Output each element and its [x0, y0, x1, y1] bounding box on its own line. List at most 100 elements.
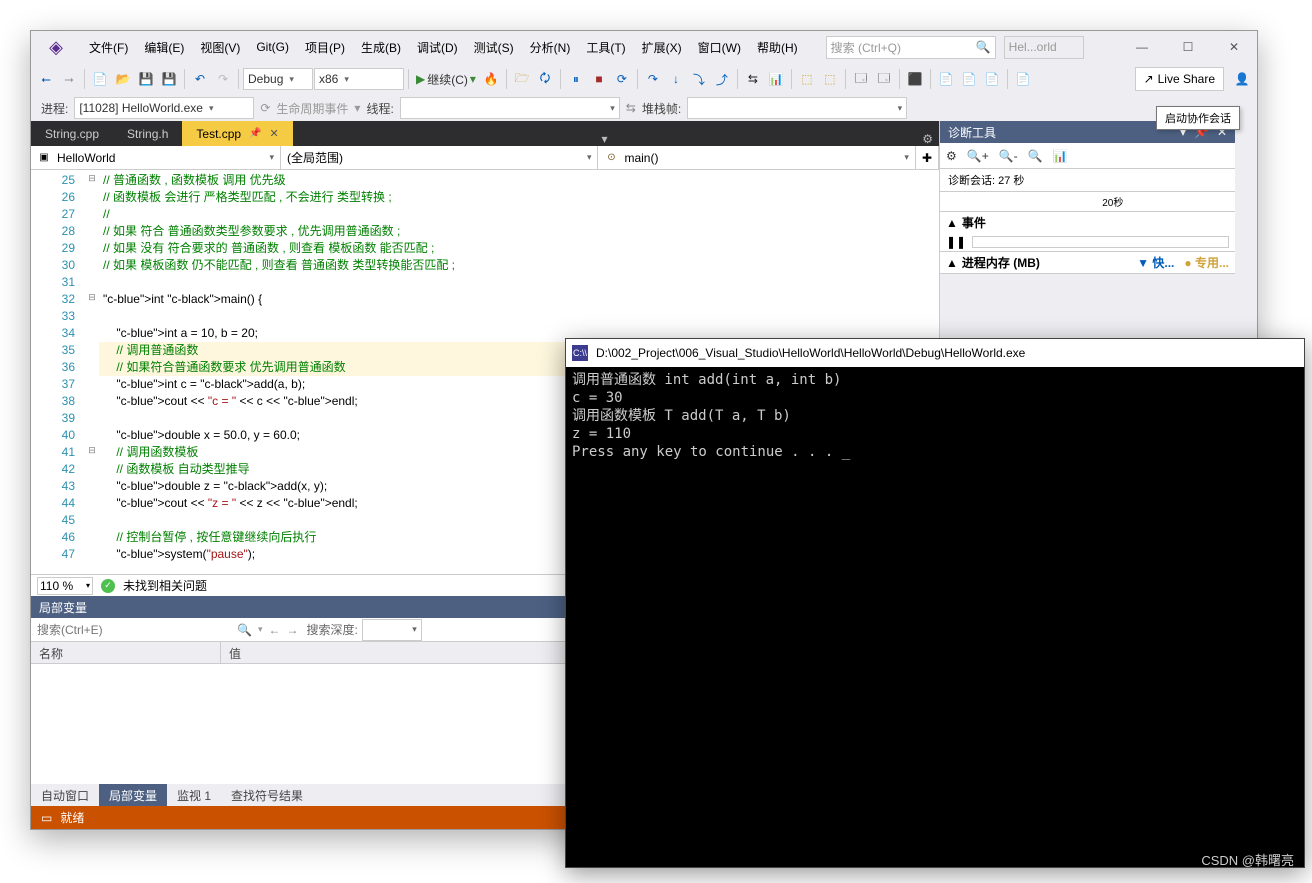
platform-combo[interactable]: x86▾ [314, 68, 404, 90]
save-icon[interactable]: 💾 [135, 68, 157, 90]
tb-icon-g[interactable]: ⬛ [904, 68, 926, 90]
nav-bar: ▣HelloWorld▾ (全局范围)▾ ⊙main()▾ ✚ [31, 146, 939, 170]
folder-icon[interactable]: 🗁 [511, 68, 533, 90]
refresh-icon[interactable]: 🗘 [534, 68, 556, 90]
continue-button[interactable]: ▶ 继续(C) ▾ [413, 68, 479, 90]
watermark: CSDN @韩曙亮 [1201, 850, 1294, 869]
process-combo[interactable]: [11028] HelloWorld.exe▾ [74, 97, 254, 119]
config-combo[interactable]: Debug▾ [243, 68, 313, 90]
tb-icon-k[interactable]: 📄 [1012, 68, 1034, 90]
menu-item[interactable]: 测试(S) [466, 31, 522, 63]
nav-scope[interactable]: (全局范围)▾ [281, 146, 598, 169]
live-share-button[interactable]: ↗Live Share [1135, 67, 1224, 91]
step-out-icon[interactable]: ⤴ [711, 68, 733, 90]
lifecycle-icon[interactable]: ⟳ [260, 101, 270, 115]
nav-project[interactable]: ▣HelloWorld▾ [31, 146, 281, 169]
lifecycle-label: 生命周期事件 [276, 100, 348, 117]
new-icon[interactable]: 📄 [89, 68, 111, 90]
tb-icon-f[interactable]: 🗔 [873, 68, 895, 90]
diag-graph-icon[interactable]: 📊 [1053, 149, 1068, 163]
tb-icon-b[interactable]: 📊 [765, 68, 787, 90]
console-output: 调用普通函数 int add(int a, int b) c = 30 调用函数… [566, 367, 1304, 867]
hot-reload-icon[interactable]: 🔥 [480, 68, 502, 90]
col-name[interactable]: 名称 [31, 642, 221, 663]
console-window[interactable]: C:\\ D:\002_Project\006_Visual_Studio\He… [565, 338, 1305, 868]
bottom-tab[interactable]: 局部变量 [99, 784, 167, 806]
tabs-gear-icon[interactable]: ⚙ [916, 132, 939, 146]
private-link[interactable]: ● 专用... [1184, 254, 1229, 271]
no-issues-label: 未找到相关问题 [123, 577, 207, 594]
solution-name[interactable]: Hel...orld [1004, 36, 1084, 59]
nav-function[interactable]: ⊙main()▾ [598, 146, 915, 169]
diag-timeline[interactable]: 20秒 [940, 192, 1235, 212]
menu-item[interactable]: 编辑(E) [136, 31, 192, 63]
depth-combo[interactable]: ▾ [362, 619, 422, 641]
stackframe-label: 堆栈帧: [642, 100, 681, 117]
menu-item[interactable]: 扩展(X) [634, 31, 690, 63]
pause-icon[interactable]: ⏸ [565, 68, 587, 90]
close-button[interactable]: ✕ [1211, 31, 1257, 63]
stackframe-combo[interactable]: ▾ [687, 97, 907, 119]
search-box[interactable]: 搜索 (Ctrl+Q) 🔍 [826, 36, 996, 59]
pause-small-icon: ❚❚ [946, 235, 966, 249]
thread-combo[interactable]: ▾ [400, 97, 620, 119]
tb2-icon[interactable]: ⇆ [626, 101, 636, 115]
tb-icon-h[interactable]: 📄 [935, 68, 957, 90]
nav-back-icon[interactable]: ⭠ [35, 68, 57, 90]
maximize-button[interactable]: ☐ [1165, 31, 1211, 63]
menu-item[interactable]: 项目(P) [297, 31, 353, 63]
bottom-tab[interactable]: 监视 1 [167, 784, 221, 806]
menu-item[interactable]: 窗口(W) [690, 31, 749, 63]
snapshot-link[interactable]: ▼ 快... [1137, 254, 1174, 271]
zoom-combo[interactable]: 110 %▾ [37, 577, 93, 595]
nav-fwd-icon[interactable]: ⭢ [58, 68, 80, 90]
fold-column[interactable]: ⊟⊟⊟ [85, 170, 99, 574]
menu-item[interactable]: 文件(F) [81, 31, 136, 63]
tb-icon-c[interactable]: ⬚ [796, 68, 818, 90]
nav-split-icon[interactable]: ✚ [916, 146, 939, 169]
tab-string-h[interactable]: String.h [113, 121, 182, 146]
tab-string-cpp[interactable]: String.cpp [31, 121, 113, 146]
diag-reset-zoom-icon[interactable]: 🔍 [1028, 149, 1043, 163]
tabs-dropdown-icon[interactable]: ▾ [595, 132, 613, 146]
menu-item[interactable]: 工具(T) [578, 31, 633, 63]
tb-icon-e[interactable]: 🗔 [850, 68, 872, 90]
tb-icon-a[interactable]: ⇆ [742, 68, 764, 90]
menu-item[interactable]: 分析(N) [522, 31, 579, 63]
close-tab-icon[interactable]: ✕ [270, 127, 279, 140]
tb-icon-d[interactable]: ⬚ [819, 68, 841, 90]
tb-icon-j[interactable]: 📄 [981, 68, 1003, 90]
stop-icon[interactable]: ■ [588, 68, 610, 90]
window-buttons: — ☐ ✕ [1119, 31, 1257, 63]
step-next-icon[interactable]: ↷ [642, 68, 664, 90]
tb-icon-i[interactable]: 📄 [958, 68, 980, 90]
menu-item[interactable]: 生成(B) [353, 31, 409, 63]
bottom-tab[interactable]: 查找符号结果 [221, 784, 313, 806]
bottom-tab[interactable]: 自动窗口 [31, 784, 99, 806]
save-all-icon[interactable]: 💾 [158, 68, 180, 90]
debug-toolbar: 进程: [11028] HelloWorld.exe▾ ⟳ 生命周期事件▾ 线程… [31, 95, 1257, 121]
menu-item[interactable]: 视图(V) [192, 31, 248, 63]
pin-icon[interactable]: 📌 [249, 128, 261, 139]
locals-search-input[interactable] [31, 619, 231, 641]
diag-zoom-out-icon[interactable]: 🔍- [999, 149, 1018, 163]
menu-item[interactable]: 帮助(H) [749, 31, 806, 63]
admin-icon[interactable]: 👤 [1231, 68, 1253, 90]
collapse-icon[interactable]: ▲ [946, 216, 958, 230]
menu-item[interactable]: 调试(D) [409, 31, 466, 63]
step-into-icon[interactable]: ↓ [665, 68, 687, 90]
search-icon[interactable]: 🔍 [231, 623, 258, 637]
redo-icon[interactable]: ↷ [212, 68, 234, 90]
diag-zoom-in-icon[interactable]: 🔍+ [967, 149, 989, 163]
collapse-icon[interactable]: ▲ [946, 256, 958, 270]
step-over-icon[interactable]: ⤵ [688, 68, 710, 90]
minimize-button[interactable]: — [1119, 31, 1165, 63]
restart-icon[interactable]: ⟳ [611, 68, 633, 90]
undo-icon[interactable]: ↶ [189, 68, 211, 90]
diag-gear-icon[interactable]: ⚙ [946, 149, 957, 163]
open-icon[interactable]: 📂 [112, 68, 134, 90]
console-titlebar[interactable]: C:\\ D:\002_Project\006_Visual_Studio\He… [566, 339, 1304, 367]
tooltip: 启动协作会话 [1156, 106, 1240, 130]
tab-test-cpp[interactable]: Test.cpp📌✕ [182, 121, 292, 146]
menu-item[interactable]: Git(G) [248, 31, 297, 63]
